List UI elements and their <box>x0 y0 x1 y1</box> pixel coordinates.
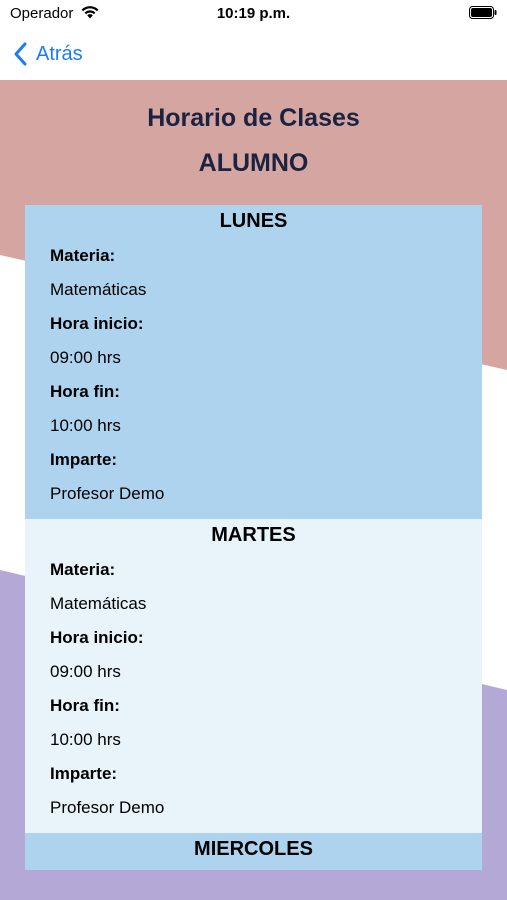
chevron-left-icon <box>14 42 27 66</box>
hora-fin-value: 10:00 hrs <box>50 730 121 749</box>
day-card-lunes: LUNES Materia: Matemáticas Hora inicio: … <box>25 205 482 519</box>
day-name: MIERCOLES <box>194 838 313 860</box>
page-subtitle: ALUMNO <box>198 149 309 177</box>
schedule-list[interactable]: LUNES Materia: Matemáticas Hora inicio: … <box>25 205 482 870</box>
hora-fin-value: 10:00 hrs <box>50 416 121 435</box>
page-title: Horario de Clases <box>147 104 360 132</box>
hora-fin-label: Hora fin: <box>50 382 120 401</box>
day-card-miercoles: MIERCOLES <box>25 833 482 870</box>
imparte-label: Imparte: <box>50 764 118 783</box>
materia-label: Materia: <box>50 560 116 579</box>
imparte-value: Profesor Demo <box>50 798 165 817</box>
status-bar: Operador 10:19 p.m. <box>0 0 507 30</box>
day-name: LUNES <box>219 210 288 232</box>
imparte-value: Profesor Demo <box>50 484 165 503</box>
hora-inicio-value: 09:00 hrs <box>50 348 121 367</box>
materia-value: Matemáticas <box>50 280 147 299</box>
nav-bar: Atrás <box>0 30 507 80</box>
back-label: Atrás <box>36 42 83 65</box>
hora-fin-label: Hora fin: <box>50 696 120 715</box>
materia-label: Materia: <box>50 246 116 265</box>
hora-inicio-label: Hora inicio: <box>50 314 144 333</box>
day-name: MARTES <box>211 524 296 546</box>
materia-value: Matemáticas <box>50 594 147 613</box>
hora-inicio-value: 09:00 hrs <box>50 662 121 681</box>
hora-inicio-label: Hora inicio: <box>50 628 144 647</box>
clock: 10:19 p.m. <box>216 5 291 22</box>
imparte-label: Imparte: <box>50 450 118 469</box>
back-button[interactable]: Atrás <box>14 38 83 70</box>
day-card-martes: MARTES Materia: Matemáticas Hora inicio:… <box>25 519 482 833</box>
battery-icon <box>469 6 497 19</box>
